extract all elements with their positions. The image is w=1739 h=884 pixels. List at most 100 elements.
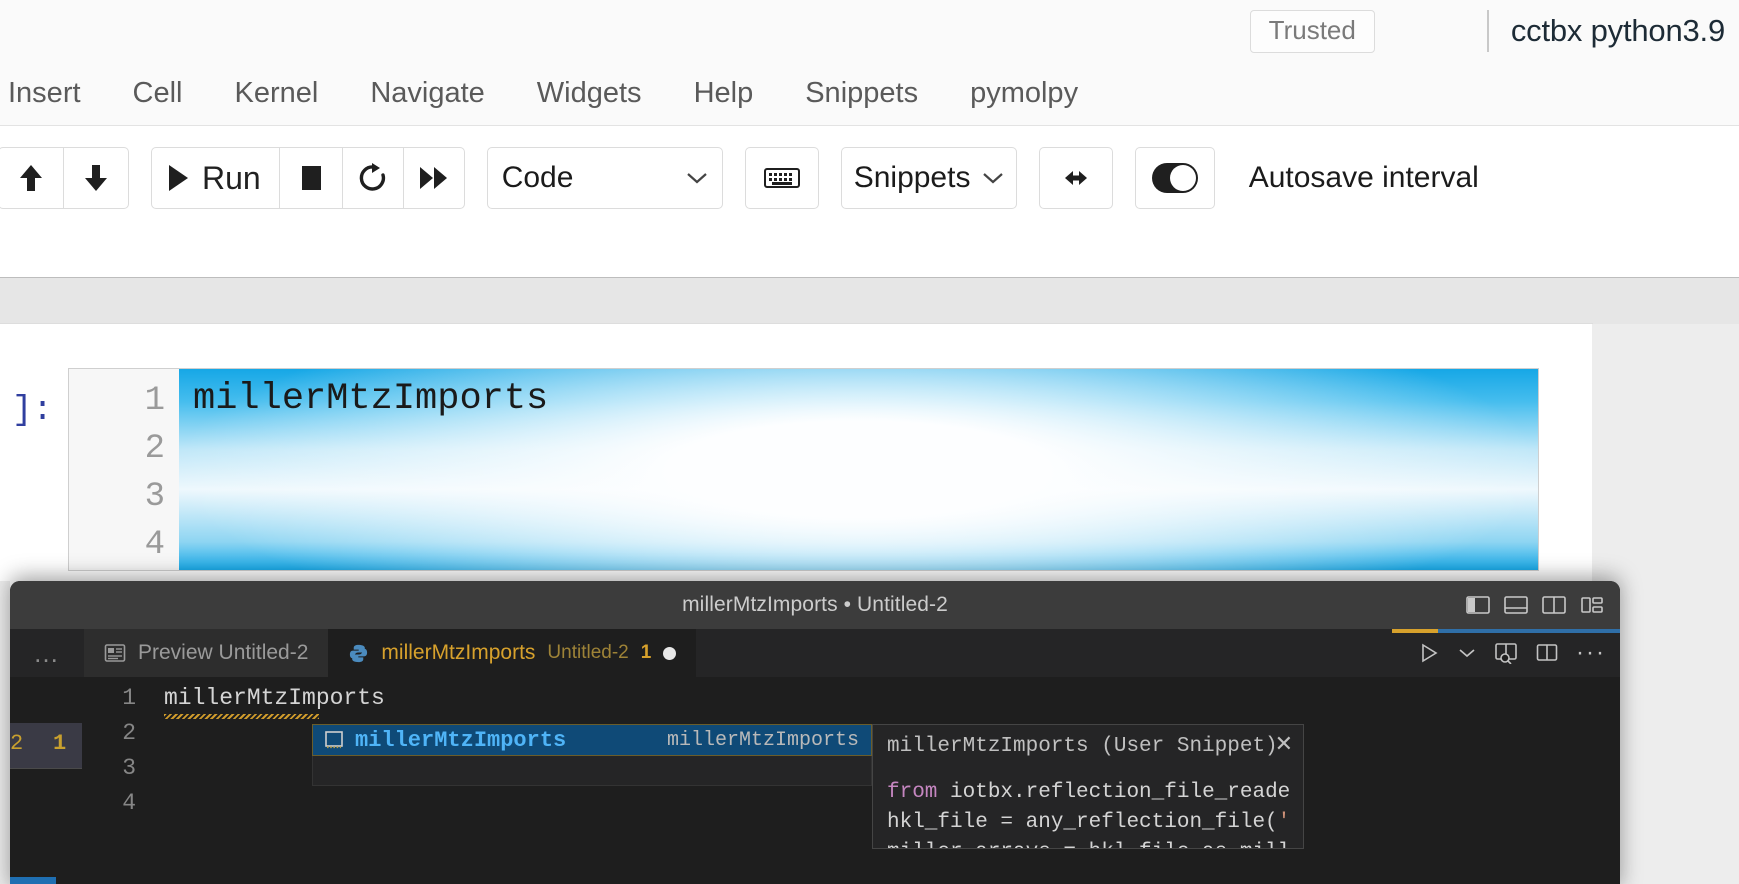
- theme-toggle-group: [1134, 147, 1215, 209]
- keyboard-shortcuts-group: [744, 147, 819, 209]
- move-cell-down-button[interactable]: [63, 147, 129, 209]
- interrupt-kernel-button[interactable]: [278, 147, 343, 209]
- docs-code-block: from iotbx.reflection_file_reader import…: [887, 778, 1289, 848]
- tab-preview-untitled-2[interactable]: Preview Untitled-2: [84, 629, 329, 677]
- toggle-primary-sidebar-icon[interactable]: [1466, 595, 1490, 615]
- menu-item-snippets[interactable]: Snippets: [805, 77, 918, 110]
- toggle-secondary-sidebar-icon[interactable]: [1542, 595, 1566, 615]
- minimap-current-row: 2 1: [10, 723, 82, 769]
- split-editor-search-icon[interactable]: [1494, 642, 1518, 664]
- vscode-minimap-rail[interactable]: 2 1: [10, 677, 82, 884]
- chevron-down-icon: [982, 165, 1004, 191]
- cell-line-number: 4: [144, 526, 165, 564]
- theme-toggle-button[interactable]: [1134, 147, 1215, 209]
- docs-title: millerMtzImports (User Snippet): [887, 735, 1278, 758]
- desktop-right-strip: [1620, 581, 1739, 884]
- command-palette-button[interactable]: [744, 147, 819, 209]
- left-right-arrow-icon: [1064, 171, 1087, 185]
- suggest-item-label: millerMtzImports: [355, 727, 567, 753]
- minimap-marker: 1: [53, 731, 67, 756]
- notebook-header: Trusted cctbx python3.9: [0, 0, 1739, 62]
- autosave-interval-label: Autosave interval: [1248, 161, 1479, 194]
- close-icon[interactable]: ✕: [1275, 733, 1293, 755]
- stop-square-icon: [301, 166, 321, 190]
- cell-line-number: 2: [144, 430, 165, 468]
- editor-line-numbers: 1 2 3 4: [82, 677, 148, 821]
- menu-item-navigate[interactable]: Navigate: [370, 77, 484, 110]
- arrow-down-icon: [85, 165, 107, 191]
- unsaved-dot-icon[interactable]: [663, 646, 677, 660]
- customize-layout-icon[interactable]: [1580, 595, 1604, 615]
- overview-marker-warning: [1392, 629, 1438, 633]
- move-cell-group: [0, 147, 129, 209]
- chevron-down-icon: [686, 165, 708, 191]
- vscode-layout-controls: [1466, 581, 1604, 629]
- suggest-item-detail: millerMtzImports: [666, 728, 859, 752]
- snippets-select-value: Snippets: [853, 161, 971, 194]
- restart-circular-arrow-icon: [359, 163, 385, 191]
- suggest-documentation-panel: millerMtzImports (User Snippet) ✕ from i…: [872, 724, 1304, 849]
- editor-line-number: 2: [122, 720, 136, 746]
- toggle-width-button[interactable]: [1038, 147, 1113, 209]
- play-icon: [169, 165, 188, 191]
- split-editor-right-icon[interactable]: [1536, 643, 1558, 663]
- restart-and-run-all-button[interactable]: [402, 147, 465, 209]
- cell-type-select[interactable]: Code: [486, 147, 723, 209]
- keyboard-icon: [763, 168, 800, 188]
- tab-overflow-button[interactable]: …: [10, 629, 84, 677]
- vscode-code-area[interactable]: 1 2 3 4 millerMtzImports millerMtzImport…: [82, 677, 1620, 884]
- more-actions-icon[interactable]: ···: [1576, 640, 1606, 665]
- restart-kernel-button[interactable]: [341, 147, 404, 209]
- overview-ruler: [1392, 629, 1620, 633]
- cell-editor[interactable]: millerMtzImports: [179, 369, 1538, 570]
- minimap-selection-block: [10, 877, 56, 884]
- python-file-icon: [350, 644, 368, 662]
- arrow-up-icon: [20, 165, 42, 191]
- tab-label: Preview Untitled-2: [138, 641, 309, 664]
- kernel-indicator[interactable]: cctbx python3.9: [1511, 13, 1725, 49]
- run-python-file-icon[interactable]: [1418, 642, 1440, 664]
- snippet-icon: [325, 731, 343, 749]
- cell-line-numbers: 1 2 3 4: [69, 369, 179, 570]
- cell-code-text: millerMtzImports: [193, 378, 549, 420]
- vscode-tabbar: … Preview Untitled-2 millerMtzImports Un…: [10, 629, 1620, 677]
- menu-item-cell[interactable]: Cell: [133, 77, 183, 110]
- notebook-menubar: Insert Cell Kernel Navigate Widgets Help…: [0, 62, 1739, 126]
- move-cell-up-button[interactable]: [0, 147, 64, 209]
- menu-item-pymolpy[interactable]: pymolpy: [970, 77, 1078, 110]
- tab-badge: 1: [640, 642, 652, 663]
- header-divider: [1486, 10, 1489, 52]
- menu-item-widgets[interactable]: Widgets: [537, 77, 642, 110]
- menu-item-kernel[interactable]: Kernel: [235, 77, 319, 110]
- docs-token-plain: iotbx.reflection_file_reader: [937, 781, 1289, 804]
- toggle-panel-icon[interactable]: [1504, 595, 1528, 615]
- resize-group: [1038, 147, 1113, 209]
- editor-line-number: 3: [122, 755, 136, 781]
- notebook-scroll-background: [0, 278, 1739, 324]
- run-button[interactable]: Run: [151, 147, 280, 209]
- cell-line-number: 1: [144, 382, 165, 420]
- notebook-code-cell[interactable]: 1 2 3 4 millerMtzImports: [68, 368, 1539, 571]
- docs-token-string: '3hz7.mtz': [1278, 811, 1289, 834]
- run-controls-group: Run: [151, 147, 465, 209]
- fast-forward-icon: [419, 167, 447, 189]
- docs-token-plain: hkl_file = any_reflection_file(: [887, 811, 1278, 834]
- chevron-down-icon[interactable]: [1458, 647, 1476, 659]
- menu-item-insert[interactable]: Insert: [8, 77, 81, 110]
- editor-line-number: 1: [122, 685, 136, 711]
- editor-line-number: 4: [122, 790, 136, 816]
- minimap-marker: 2: [10, 731, 24, 756]
- overview-marker-selection: [1438, 629, 1620, 633]
- toggle-switch-icon: [1151, 163, 1198, 193]
- menu-item-help[interactable]: Help: [694, 77, 754, 110]
- notebook-toolbar-spacer: [0, 230, 1739, 278]
- tab-millermtzimports[interactable]: millerMtzImports Untitled-2 1: [328, 629, 697, 677]
- notebook-toolbar: Run Code Snippets Autosave interval: [0, 126, 1739, 230]
- snippets-select[interactable]: Snippets: [840, 147, 1017, 209]
- suggest-item-millermtzimports[interactable]: millerMtzImports millerMtzImports: [312, 724, 872, 756]
- trusted-badge[interactable]: Trusted: [1249, 9, 1375, 53]
- vscode-window-title: millerMtzImports • Untitled-2: [682, 593, 948, 616]
- docs-token-keyword: from: [887, 781, 938, 804]
- vscode-editor-actions: ···: [1418, 629, 1606, 677]
- tab-sublabel: Untitled-2: [547, 642, 629, 663]
